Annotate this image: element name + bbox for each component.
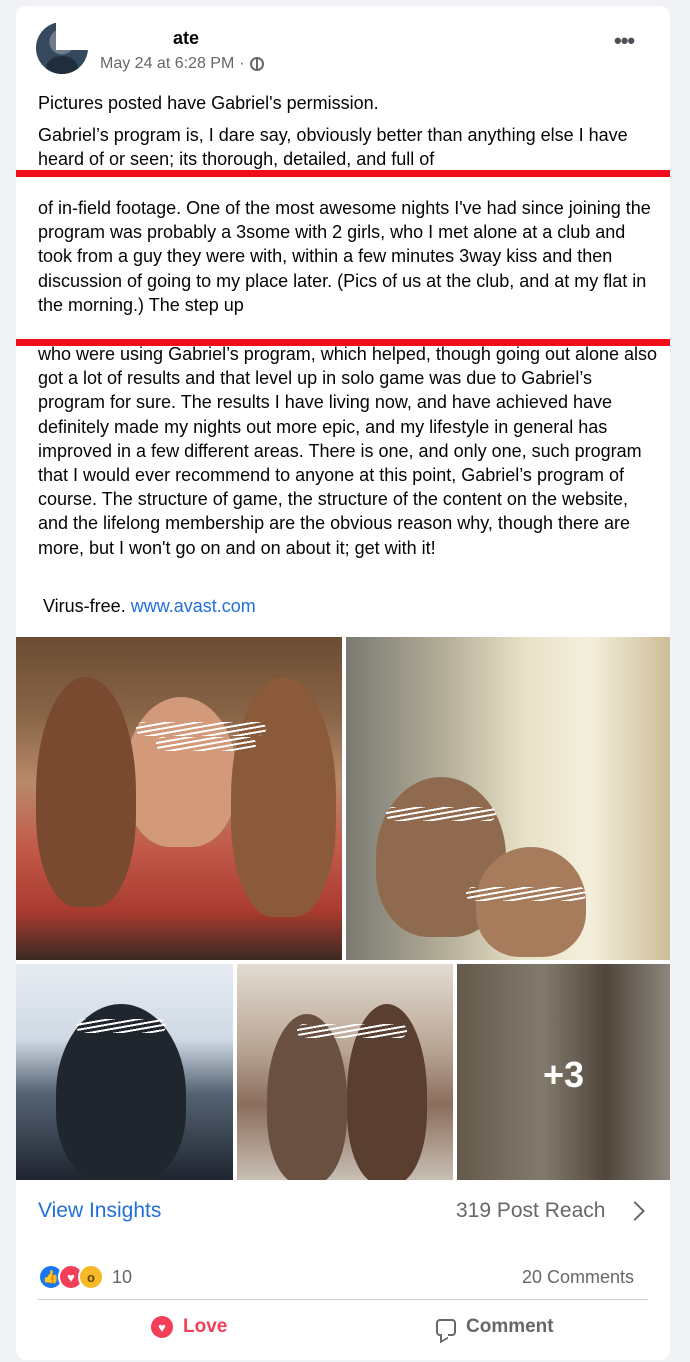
author-name[interactable]: ate [173,28,199,49]
post-card: ate May 24 at 6:28 PM · ••• Pictures pos… [16,6,670,1360]
post-text-start: Gabriel’s program is, I dare say, obviou… [38,125,628,170]
more-photos-count[interactable]: +3 [457,1054,670,1096]
comment-button[interactable]: Comment [436,1316,554,1338]
photo-3[interactable] [16,964,233,1180]
post-text-end: who were using Gabriel’s program, which … [38,344,658,558]
love-icon: ♥ [151,1316,173,1338]
virus-free-label: Virus-free. [43,596,126,616]
wow-icon: o [78,1264,104,1290]
divider [38,1299,648,1300]
comment-label: Comment [466,1316,554,1337]
post-reach[interactable]: 319 Post Reach [456,1199,605,1223]
meta-separator: · [239,55,245,72]
more-options-icon[interactable]: ••• [614,30,638,52]
highlight-box: of in-field footage. One of the most awe… [16,170,670,346]
photo-2[interactable] [346,637,670,960]
comment-icon [436,1318,456,1336]
timestamp[interactable]: May 24 at 6:28 PM [100,55,234,73]
post-meta: May 24 at 6:28 PM · [100,55,264,73]
love-label: Love [183,1316,228,1337]
view-insights-link[interactable]: View Insights [38,1199,161,1223]
photo-1[interactable] [16,637,342,960]
virus-free-line: Virus-free. www.avast.com [43,596,256,617]
name-redaction [56,20,171,50]
photo-4[interactable] [237,964,453,1180]
comments-count[interactable]: 20 Comments [522,1267,634,1288]
friends-icon[interactable] [249,57,264,71]
reaction-count: 10 [112,1266,133,1287]
highlighted-text: of in-field footage. One of the most awe… [38,198,651,315]
reaction-summary[interactable]: 👍 ♥ o 10 [38,1264,132,1290]
chevron-right-icon[interactable] [625,1201,645,1221]
avast-link[interactable]: www.avast.com [131,596,256,616]
permission-text: Pictures posted have Gabriel's permissio… [38,93,379,113]
photo-5-more[interactable]: +3 [457,964,670,1180]
love-button[interactable]: ♥ Love [151,1316,227,1338]
